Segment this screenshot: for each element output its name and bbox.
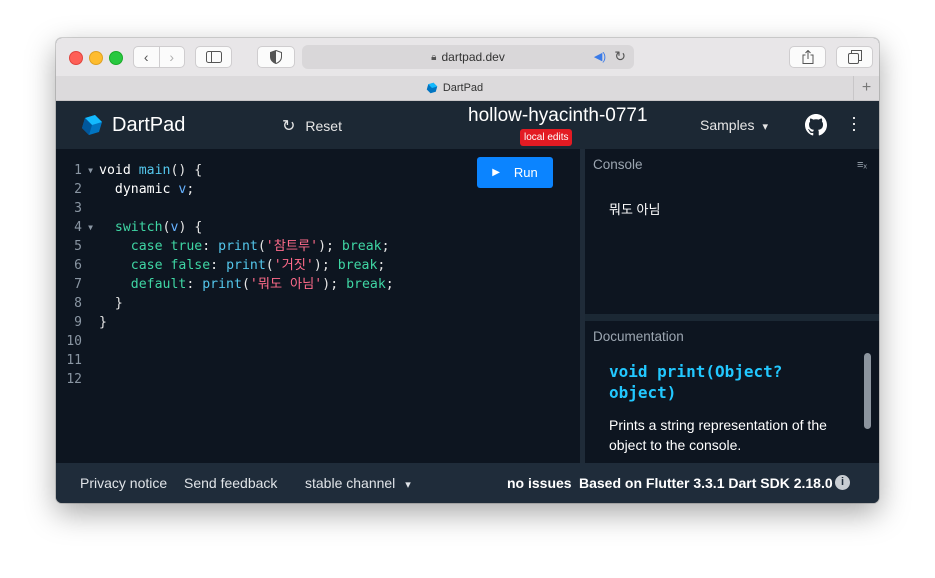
code-line[interactable]: } <box>99 313 394 332</box>
close-window-button[interactable] <box>69 51 83 65</box>
more-vert-icon[interactable]: · · · <box>848 108 860 138</box>
line-number: 5 <box>74 239 82 254</box>
dartpad-logo[interactable]: DartPad <box>80 113 185 137</box>
fold-arrow-icon[interactable]: ▼ <box>88 161 93 180</box>
dart-logo-icon <box>82 115 102 135</box>
forward-icon[interactable]: › <box>158 47 185 67</box>
sdk-version: Based on Flutter 3.3.1 Dart SDK 2.18.0 <box>579 475 833 491</box>
samples-label: Samples <box>700 117 755 133</box>
line-number: 2 <box>74 182 82 197</box>
code-editor[interactable]: 1 ▼ 2 3 4 ▼ 5 6 7 8 9 10 11 12 void main()… <box>56 149 580 463</box>
browser-window: ‹ › 🔒︎ dartpad.dev ◀︎) ↻ DartPad + DartP… <box>56 38 879 503</box>
tab-bar: DartPad + <box>56 76 879 101</box>
url-text: dartpad.dev <box>441 50 505 64</box>
project-name: hollow-hyacinth-0771 <box>468 105 648 126</box>
minimize-window-button[interactable] <box>89 51 103 65</box>
code-line[interactable]: void main() { <box>99 161 394 180</box>
lock-icon: 🔒︎ <box>431 51 437 63</box>
status-footer: Privacy notice Send feedback stable chan… <box>56 463 879 503</box>
code-line[interactable]: switch(v) { <box>99 218 394 237</box>
nav-buttons: ‹ › <box>133 46 185 68</box>
privacy-notice-link[interactable]: Privacy notice <box>80 475 167 491</box>
line-number: 7 <box>74 277 82 292</box>
reset-button[interactable]: ↻ Reset <box>282 116 342 136</box>
app-header: DartPad ↻ Reset hollow-hyacinth-0771 loc… <box>56 101 879 149</box>
documentation-panel: Documentation void print(Object? object)… <box>585 321 879 463</box>
line-gutter: 1 ▼ 2 3 4 ▼ 5 6 7 8 9 10 11 12 <box>56 161 96 389</box>
chevron-down-icon: ▾ <box>405 479 411 491</box>
back-icon[interactable]: ‹ <box>134 47 159 67</box>
reload-icon[interactable]: ↻ <box>614 48 626 65</box>
code-lines[interactable]: void main() { dynamic v; switch(v) { cas… <box>99 161 394 389</box>
speaker-icon[interactable]: ◀︎) <box>594 50 606 63</box>
code-line[interactable]: dynamic v; <box>99 180 394 199</box>
code-line[interactable] <box>99 351 394 370</box>
doc-description: Prints a string representation of the ob… <box>609 417 827 453</box>
line-number: 12 <box>66 372 82 387</box>
logo-text: DartPad <box>112 113 186 136</box>
docs-scrollbar[interactable] <box>864 353 871 429</box>
clear-console-icon[interactable]: ≡ₓ <box>857 159 867 171</box>
channel-selector[interactable]: stable channel ▾ <box>305 475 411 491</box>
privacy-shield-icon[interactable] <box>257 46 295 68</box>
sidebar-toggle-icon[interactable] <box>195 46 232 68</box>
code-line[interactable] <box>99 332 394 351</box>
line-number: 9 <box>74 315 82 330</box>
console-output: 뭐도 아님 <box>609 202 661 217</box>
tab-title: DartPad <box>442 82 484 94</box>
send-feedback-link[interactable]: Send feedback <box>184 475 277 491</box>
browser-titlebar: ‹ › 🔒︎ dartpad.dev ◀︎) ↻ <box>56 38 879 77</box>
line-number: 10 <box>66 334 82 349</box>
zoom-window-button[interactable] <box>109 51 123 65</box>
code-line[interactable]: case true: print('참트루'); break; <box>99 237 394 256</box>
share-icon[interactable] <box>789 46 826 68</box>
run-label: Run <box>513 165 538 180</box>
channel-label: stable channel <box>305 475 396 491</box>
tabs-overview-icon[interactable] <box>836 46 873 68</box>
line-number: 1 ▼ <box>74 161 93 180</box>
code-line[interactable] <box>99 199 394 218</box>
line-number: 4 ▼ <box>74 218 93 237</box>
local-edits-badge: local edits <box>520 129 573 146</box>
console-panel: Console ≡ₓ 뭐도 아님 <box>585 149 879 314</box>
chevron-down-icon: ▾ <box>762 121 768 133</box>
new-tab-button[interactable]: + <box>853 76 879 100</box>
documentation-label: Documentation <box>593 329 684 344</box>
doc-signature: void print(Object? object) <box>609 362 783 402</box>
dart-favicon-icon <box>426 82 438 94</box>
line-number: 11 <box>66 353 82 368</box>
code-line[interactable]: default: print('뭐도 아님'); break; <box>99 275 394 294</box>
line-number: 3 <box>74 201 82 216</box>
code-line[interactable]: case false: print('거짓'); break; <box>99 256 394 275</box>
console-label: Console <box>593 157 643 172</box>
code-line[interactable] <box>99 370 394 389</box>
line-number: 8 <box>74 296 82 311</box>
reset-icon: ↻ <box>282 118 296 135</box>
info-icon[interactable]: i <box>835 475 850 490</box>
samples-dropdown[interactable]: Samples ▾ <box>700 117 768 133</box>
fold-arrow-icon[interactable]: ▼ <box>88 218 93 237</box>
line-number: 6 <box>74 258 82 273</box>
run-button[interactable]: ▶ Run <box>477 157 553 188</box>
github-icon[interactable] <box>805 114 827 141</box>
address-bar[interactable]: 🔒︎ dartpad.dev ◀︎) ↻ <box>302 45 634 69</box>
play-icon: ▶ <box>492 167 500 178</box>
issues-status: no issues <box>507 475 572 491</box>
reset-label: Reset <box>305 118 342 134</box>
code-line[interactable]: } <box>99 294 394 313</box>
tab-dartpad[interactable]: DartPad <box>56 76 853 100</box>
